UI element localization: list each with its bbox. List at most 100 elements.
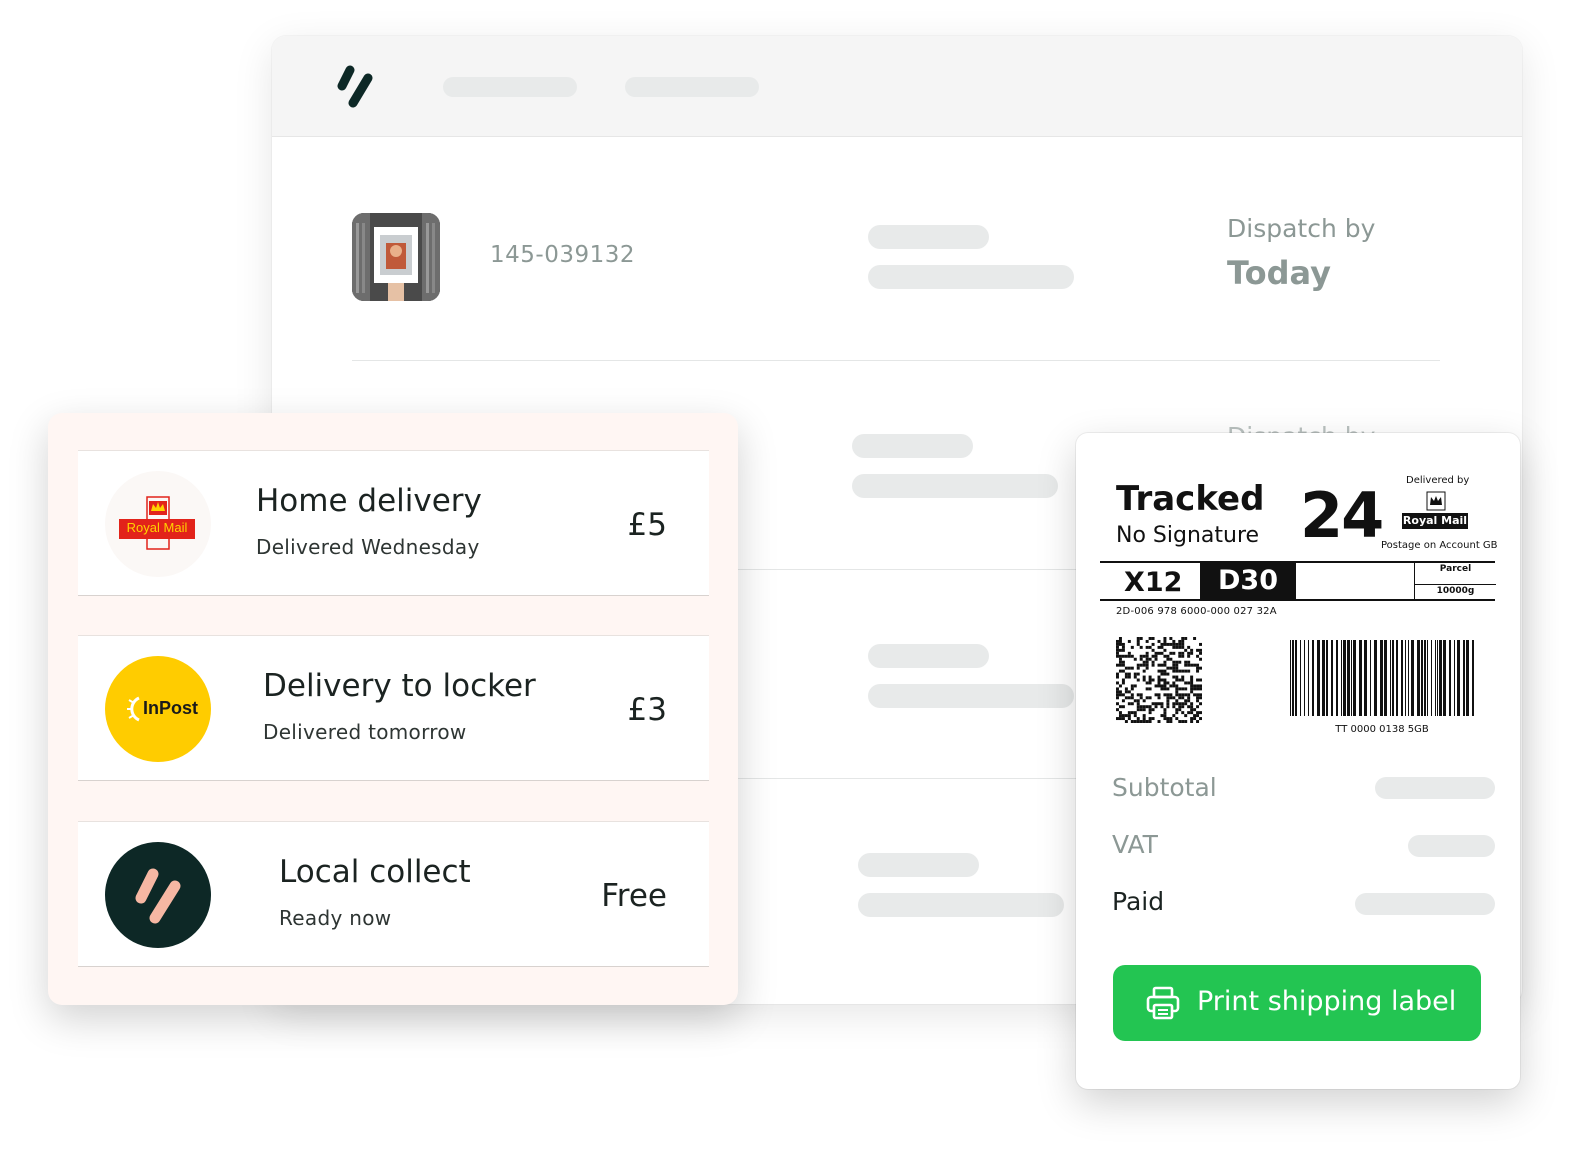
delivery-option-local-collect[interactable]: Local collect Ready now Free	[78, 821, 709, 967]
qr-module	[1187, 696, 1191, 700]
barcode-bar	[1472, 640, 1474, 716]
qr-module	[1172, 681, 1176, 685]
qr-module	[1116, 681, 1119, 685]
qr-module	[1118, 642, 1122, 646]
qr-module	[1160, 714, 1164, 718]
qr-module	[1118, 639, 1122, 643]
qr-module	[1139, 657, 1143, 661]
qr-module	[1151, 660, 1155, 664]
qr-module	[1166, 693, 1170, 697]
qr-module	[1181, 645, 1185, 649]
qr-module	[1116, 708, 1119, 712]
option-subtitle: Delivered Wednesday	[256, 535, 480, 559]
option-price: £3	[627, 692, 667, 728]
qr-module	[1142, 678, 1146, 682]
qr-module	[1184, 648, 1188, 652]
qr-module	[1196, 699, 1200, 703]
qr-module	[1199, 696, 1202, 700]
qr-module	[1154, 702, 1158, 706]
qr-module	[1169, 696, 1173, 700]
qr-module	[1160, 669, 1164, 673]
qr-module	[1163, 654, 1167, 658]
qr-module	[1163, 687, 1167, 691]
barcode-bar	[1427, 640, 1428, 716]
delivery-option-home[interactable]: Royal Mail Home delivery Delivered Wedne…	[78, 450, 709, 596]
qr-module	[1116, 651, 1119, 655]
qr-module	[1116, 687, 1119, 691]
barcode-bar	[1405, 640, 1406, 716]
qr-module	[1190, 705, 1194, 709]
qr-module	[1199, 684, 1202, 688]
qr-module	[1163, 672, 1167, 676]
qr-module	[1184, 681, 1188, 685]
inpost-logo-text: InPost	[143, 698, 199, 718]
brand-logo-icon[interactable]	[336, 64, 374, 110]
barcode-bar	[1424, 640, 1426, 716]
qr-module	[1136, 678, 1140, 682]
qr-module	[1121, 669, 1125, 673]
qr-module	[1169, 651, 1173, 655]
qr-module	[1118, 711, 1122, 715]
vat-value-placeholder	[1408, 835, 1495, 857]
delivery-option-locker[interactable]: InPost Delivery to locker Delivered tomo…	[78, 635, 709, 781]
product-image	[352, 213, 440, 301]
qr-module	[1196, 666, 1200, 670]
qr-module	[1142, 705, 1146, 709]
option-price: £5	[627, 507, 667, 543]
qr-module	[1196, 687, 1200, 691]
qr-module	[1178, 645, 1182, 649]
print-shipping-label-button[interactable]: Print shipping label	[1113, 965, 1481, 1041]
qr-module	[1190, 702, 1194, 706]
qr-module	[1157, 663, 1161, 667]
label-service-sub: No Signature	[1116, 523, 1260, 548]
qr-module	[1160, 642, 1164, 646]
qr-module	[1139, 637, 1143, 640]
barcode-bar	[1290, 640, 1291, 716]
qr-module	[1172, 639, 1176, 643]
crown-icon	[1426, 491, 1446, 511]
qr-module	[1121, 717, 1125, 721]
qr-module	[1181, 654, 1185, 658]
qr-module	[1196, 720, 1200, 723]
qr-module	[1160, 705, 1164, 709]
dispatch-label: Dispatch by	[1227, 214, 1376, 243]
option-title: Delivery to locker	[263, 668, 536, 704]
product-thumbnail[interactable]	[352, 213, 440, 301]
qr-module	[1139, 693, 1143, 697]
nav-placeholder-1[interactable]	[443, 77, 577, 97]
barcode-bar	[1435, 640, 1436, 716]
qr-module	[1121, 654, 1125, 658]
order-number: 145-039132	[490, 242, 635, 268]
barcode-bar	[1390, 640, 1391, 716]
qr-module	[1172, 675, 1176, 679]
qr-module	[1121, 642, 1125, 646]
nav-placeholder-2[interactable]	[625, 77, 759, 97]
barcode-bar	[1454, 640, 1455, 716]
qr-module	[1184, 663, 1188, 667]
qr-module	[1166, 705, 1170, 709]
qr-module	[1145, 657, 1149, 661]
qr-module	[1181, 639, 1185, 643]
qr-module	[1172, 705, 1176, 709]
qr-module	[1127, 651, 1131, 655]
qr-module	[1196, 654, 1200, 658]
qr-module	[1178, 705, 1182, 709]
qr-module	[1130, 720, 1134, 723]
qr-module	[1157, 684, 1161, 688]
qr-module	[1145, 696, 1149, 700]
qr-module	[1193, 684, 1197, 688]
qr-module	[1193, 693, 1197, 697]
dispatch-value: Today	[1227, 254, 1331, 292]
qr-module	[1154, 654, 1158, 658]
qr-module	[1118, 684, 1122, 688]
window-header	[272, 36, 1522, 137]
qr-module	[1172, 645, 1176, 649]
qr-module	[1133, 684, 1137, 688]
qr-module	[1181, 696, 1185, 700]
barcode-bar	[1308, 640, 1309, 716]
qr-module	[1196, 693, 1200, 697]
qr-module	[1160, 645, 1164, 649]
qr-module	[1193, 637, 1197, 640]
qr-module	[1169, 666, 1173, 670]
qr-module	[1181, 711, 1185, 715]
